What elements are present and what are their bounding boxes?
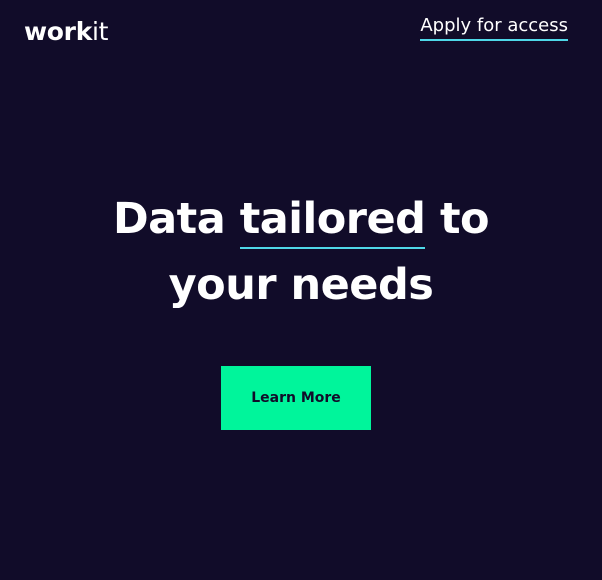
site-header: workit Apply for access (0, 0, 602, 70)
hero-section: Data tailored to your needs (0, 186, 602, 318)
headline-line-two: your needs (168, 260, 434, 310)
logo-bold-text: work (24, 17, 93, 46)
headline-accent-word: tailored (239, 193, 426, 249)
apply-for-access-link[interactable]: Apply for access (420, 15, 568, 41)
headline-text-start: Data (112, 194, 240, 244)
hero-headline: Data tailored to your needs (0, 186, 602, 318)
learn-more-button[interactable]: Learn More (221, 366, 371, 430)
headline-text-end: to (425, 194, 490, 244)
workit-logo[interactable]: workit (24, 15, 108, 49)
logo-light-text: it (92, 17, 109, 46)
